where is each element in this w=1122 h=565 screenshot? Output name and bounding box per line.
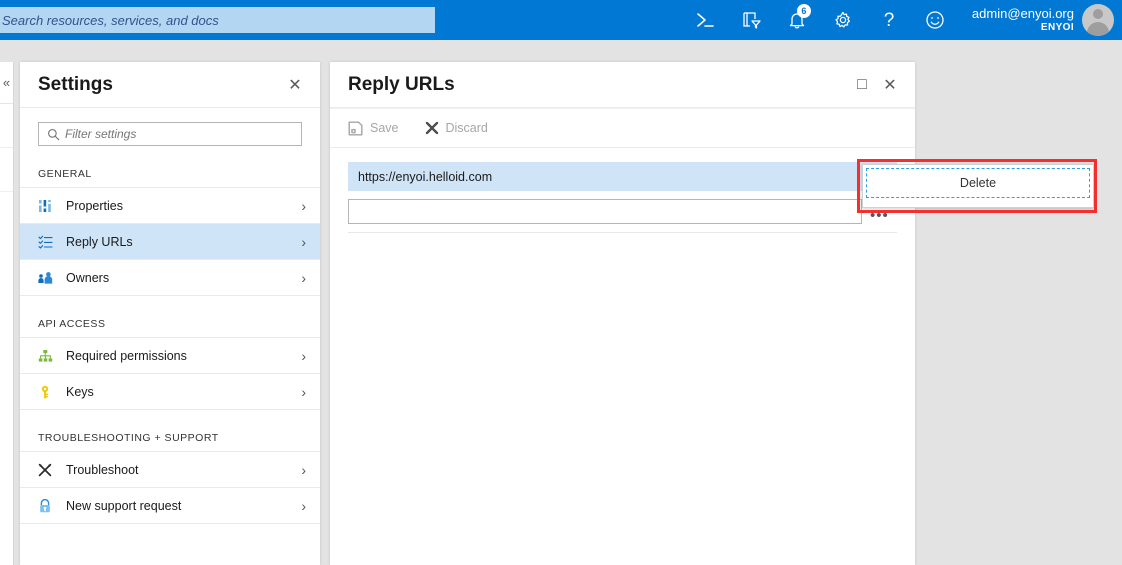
list-divider — [348, 232, 897, 233]
cloud-shell-icon[interactable] — [682, 0, 728, 40]
sidebar-item-new-support-request[interactable]: New support request › — [20, 488, 320, 524]
reply-url-value: https://enyoi.helloid.com — [358, 169, 493, 184]
svg-text:?: ? — [884, 10, 895, 31]
chevron-right-icon: › — [301, 461, 306, 478]
sidebar-item-troubleshoot[interactable]: Troubleshoot › — [20, 452, 320, 488]
menu-group-api-access: Required permissions › Keys › — [20, 337, 320, 410]
reply-url-row[interactable]: https://enyoi.helloid.com — [348, 162, 897, 191]
reply-urls-toolbar: Save Discard — [330, 108, 915, 148]
reply-urls-list: https://enyoi.helloid.com ••• — [330, 148, 915, 233]
sidebar-item-label: Required permissions — [66, 348, 187, 363]
page-background — [915, 62, 1122, 565]
feedback-smiley-icon[interactable] — [912, 0, 958, 40]
sidebar-item-label: Keys — [66, 384, 94, 399]
sidebar-item-keys[interactable]: Keys › — [20, 374, 320, 410]
header-actions: 6 ? admin@enyoi.org ENYOI — [682, 0, 1122, 40]
chevron-right-icon: › — [301, 269, 306, 286]
discard-icon — [425, 121, 438, 135]
row-overflow-menu-icon[interactable]: ••• — [870, 207, 889, 224]
support-icon — [38, 498, 60, 513]
collapse-chevron-icon[interactable]: « — [0, 62, 13, 104]
account-email: admin@enyoi.org — [971, 6, 1074, 21]
close-icon[interactable]: ✕ — [879, 74, 901, 96]
sidebar-item-label: New support request — [66, 498, 182, 513]
row-context-menu: Delete — [862, 164, 1094, 208]
account-directory: ENYOI — [1040, 22, 1074, 33]
settings-blade: Settings ✕ GENERAL — [20, 62, 320, 565]
tools-icon — [38, 463, 60, 477]
account-text: admin@enyoi.org ENYOI — [972, 6, 1074, 34]
menu-group-troubleshooting: Troubleshoot › New support request › — [20, 451, 320, 524]
save-icon — [348, 121, 363, 135]
sidebar-item-label: Properties — [66, 198, 123, 213]
azure-portal-screen: 6 ? — [0, 0, 1122, 565]
sidebar-item-label: Troubleshoot — [66, 462, 139, 477]
hierarchy-icon — [38, 349, 60, 363]
key-icon — [38, 385, 60, 399]
filter-settings-container — [20, 108, 320, 146]
group-label-troubleshooting: TROUBLESHOOTING + SUPPORT — [38, 432, 219, 444]
notification-count-badge: 6 — [796, 4, 811, 18]
discard-button[interactable]: Discard — [425, 121, 488, 135]
menu-group-general: Properties › Reply URLs › Owners › — [20, 187, 320, 296]
avatar[interactable] — [1082, 4, 1114, 36]
sidebar-item-reply-urls[interactable]: Reply URLs › — [20, 224, 320, 260]
save-button[interactable]: Save — [348, 121, 399, 136]
chevron-right-icon: › — [301, 197, 306, 214]
save-label: Save — [370, 121, 399, 135]
sidebar-item-owners[interactable]: Owners › — [20, 260, 320, 296]
sidebar-item-required-permissions[interactable]: Required permissions › — [20, 338, 320, 374]
settings-title: Settings — [38, 73, 113, 95]
reply-urls-blade: Reply URLs □ ✕ Save Discard https://enyo… — [330, 62, 915, 565]
chevron-right-icon: › — [301, 383, 306, 400]
sliders-icon — [38, 199, 60, 213]
collapsed-blade-stub[interactable]: « — [0, 62, 14, 565]
delete-menu-item[interactable]: Delete — [866, 168, 1090, 198]
help-question-icon[interactable]: ? — [866, 0, 912, 40]
new-reply-url-container: ••• — [348, 191, 897, 224]
top-navigation-bar: 6 ? — [0, 0, 1122, 40]
blade-stub-row — [0, 148, 13, 192]
group-label-general: GENERAL — [38, 168, 92, 180]
new-reply-url-input[interactable] — [348, 199, 862, 224]
filter-field[interactable] — [38, 122, 302, 146]
chevron-right-icon: › — [301, 233, 306, 250]
search-icon — [48, 128, 60, 140]
global-search-input[interactable] — [0, 7, 435, 33]
group-label-api-access: API ACCESS — [38, 318, 106, 330]
chevron-right-icon: › — [301, 347, 306, 364]
page-title: Reply URLs — [348, 73, 455, 95]
close-icon[interactable]: ✕ — [284, 74, 306, 96]
blade-stub-row — [0, 104, 13, 148]
maximize-icon[interactable]: □ — [851, 74, 873, 96]
sidebar-item-label: Owners — [66, 270, 110, 285]
notifications-bell-icon[interactable]: 6 — [774, 0, 820, 40]
chevron-right-icon: › — [301, 497, 306, 514]
discard-label: Discard — [445, 121, 488, 135]
sidebar-item-label: Reply URLs — [66, 234, 133, 249]
list-icon — [38, 235, 60, 249]
sidebar-item-properties[interactable]: Properties › — [20, 188, 320, 224]
settings-blade-header: Settings ✕ — [20, 62, 320, 108]
filter-settings-input[interactable] — [65, 123, 301, 145]
directory-filter-icon[interactable] — [728, 0, 774, 40]
account-menu[interactable]: admin@enyoi.org ENYOI — [972, 4, 1122, 36]
reply-urls-header: Reply URLs □ ✕ — [330, 62, 915, 108]
settings-gear-icon[interactable] — [820, 0, 866, 40]
owners-icon — [38, 271, 60, 285]
